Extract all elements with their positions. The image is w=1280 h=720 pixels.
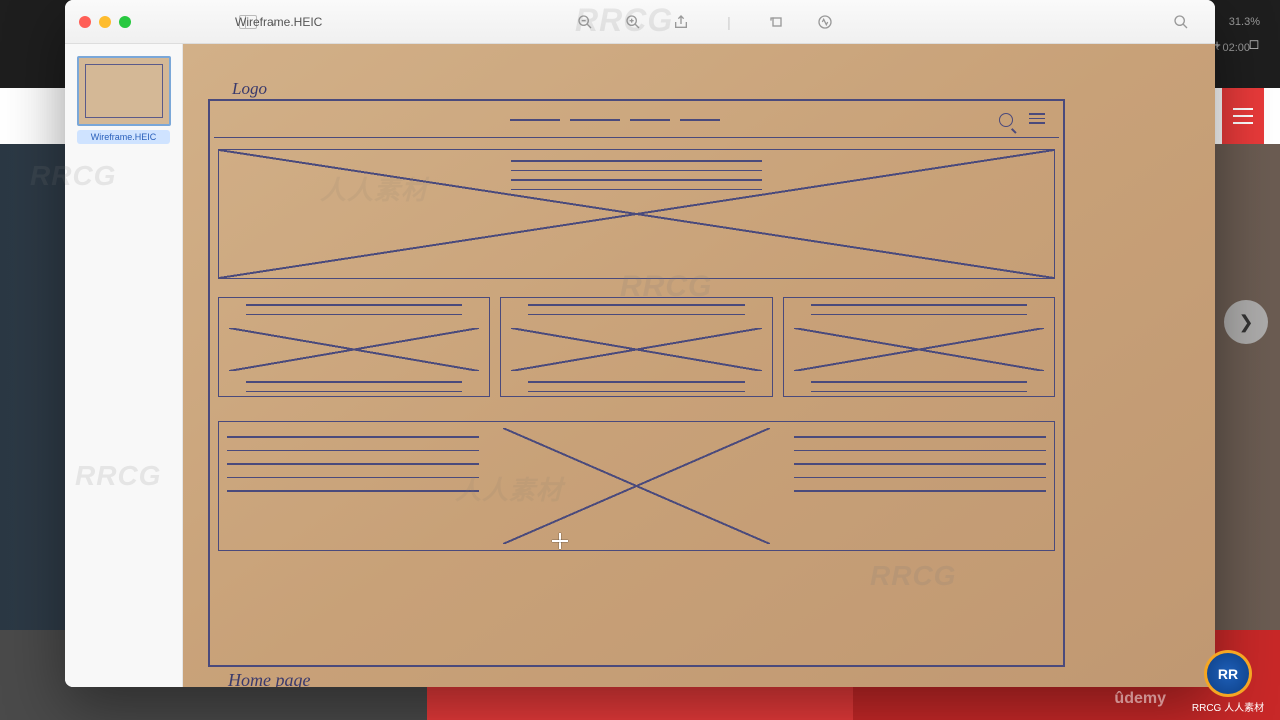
rotate-icon[interactable]	[767, 12, 787, 32]
sketch-card-row	[218, 297, 1055, 397]
sketch-nav-item	[680, 119, 720, 121]
slider-next-button[interactable]: ❯	[1224, 300, 1268, 344]
sketch-burger-icon	[1029, 113, 1045, 124]
divider: |	[719, 12, 739, 32]
preview-titlebar[interactable]: ⌄ Wireframe.HEIC |	[65, 0, 1215, 44]
thumbnail-label: Wireframe.HEIC	[77, 130, 170, 144]
sketch-wireframe-outline: Logo	[208, 99, 1065, 667]
zoom-window-button[interactable]	[119, 16, 131, 28]
window-title: Wireframe.HEIC	[235, 15, 322, 29]
sketch-bottom-section	[218, 421, 1055, 551]
sketch-card	[500, 297, 772, 397]
sketch-nav-item	[570, 119, 620, 121]
share-icon[interactable]	[671, 12, 691, 32]
sketch-hero-box	[218, 149, 1055, 279]
sketch-nav-item	[630, 119, 670, 121]
markup-icon[interactable]	[815, 12, 835, 32]
sketch-nav-item	[510, 119, 560, 121]
sketch-card	[218, 297, 490, 397]
sketch-page-label: Home page	[228, 670, 310, 687]
udemy-watermark: ûdemy	[1114, 690, 1166, 708]
rrcg-logo-text: RRCG 人人素材	[1192, 699, 1264, 714]
preview-sidebar: Wireframe.HEIC	[65, 44, 183, 687]
zoom-in-icon[interactable]	[623, 12, 643, 32]
sketch-search-icon	[999, 113, 1013, 127]
close-window-button[interactable]	[79, 16, 91, 28]
search-icon[interactable]	[1171, 12, 1191, 32]
sketch-card	[783, 297, 1055, 397]
menu-burger-icon[interactable]	[1222, 88, 1264, 144]
sketch-divider	[214, 137, 1059, 138]
window-traffic-lights	[79, 16, 131, 28]
rrcg-logo: RR RRCG 人人素材	[1182, 650, 1274, 714]
video-zoom-level: 31.3%	[1229, 16, 1260, 28]
minimize-window-button[interactable]	[99, 16, 111, 28]
sketch-logo-label: Logo	[232, 79, 267, 99]
preview-main-viewport[interactable]: Logo	[183, 44, 1215, 687]
wireframe-photo: Logo	[183, 44, 1215, 687]
rrcg-badge-icon: RR	[1204, 650, 1252, 697]
preview-app-window: ⌄ Wireframe.HEIC | Wireframe.HEIC Logo	[65, 0, 1215, 687]
zoom-out-icon[interactable]	[575, 12, 595, 32]
cursor-crosshair-icon	[552, 533, 568, 549]
thumbnail-item[interactable]	[77, 56, 171, 126]
video-time-display: ‹ 02:00	[1216, 42, 1250, 54]
